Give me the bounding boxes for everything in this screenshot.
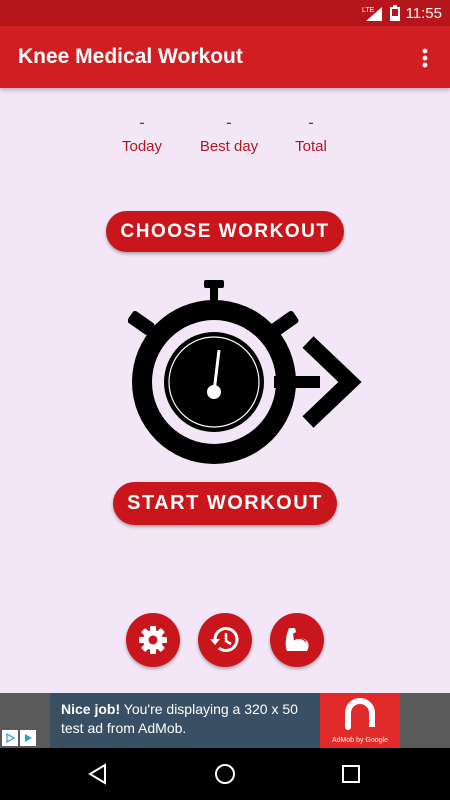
- ad-close-icon[interactable]: [20, 730, 36, 746]
- stat-label: Total: [295, 138, 327, 155]
- settings-button[interactable]: [126, 613, 180, 667]
- start-workout-button[interactable]: START WORKOUT: [113, 482, 337, 525]
- history-icon: [210, 627, 239, 652]
- history-button[interactable]: [198, 613, 252, 667]
- status-icons: LTE 11:55: [362, 4, 442, 22]
- ad-info-icon[interactable]: [2, 730, 18, 746]
- clock: 11:55: [405, 4, 442, 22]
- ad-brand: AdMob by Google: [331, 737, 389, 744]
- network-type: LTE: [362, 7, 375, 14]
- test-ad-banner[interactable]: Nice job! You're displaying a 320 x 50 t…: [50, 693, 400, 748]
- ad-choices[interactable]: [0, 730, 36, 748]
- app-bar: Knee Medical Workout: [0, 26, 450, 88]
- more-vert-icon[interactable]: [410, 43, 440, 73]
- status-bar: LTE 11:55: [0, 0, 450, 26]
- choose-workout-button[interactable]: CHOOSE WORKOUT: [106, 211, 344, 252]
- admob-icon: [345, 698, 375, 730]
- ad-container: Nice job! You're displaying a 320 x 50 t…: [0, 693, 450, 748]
- app-title: Knee Medical Workout: [18, 45, 243, 68]
- stats-panel: - Today - Best day - Total: [0, 112, 450, 172]
- admob-logo: AdMob by Google: [320, 693, 400, 748]
- battery-icon: [389, 5, 400, 21]
- ad-text: Nice job! You're displaying a 320 x 50 t…: [61, 700, 321, 738]
- stopwatch-icon[interactable]: [128, 280, 364, 476]
- muscle-button[interactable]: [270, 613, 324, 667]
- stat-value: -: [308, 113, 314, 132]
- signal-icon: LTE: [362, 7, 382, 21]
- home-icon[interactable]: [211, 760, 239, 788]
- navigation-bar: [0, 748, 450, 800]
- ad-headline: Nice job!: [61, 701, 121, 717]
- recents-icon[interactable]: [337, 760, 365, 788]
- gear-icon: [139, 626, 167, 654]
- back-icon[interactable]: [84, 760, 112, 788]
- muscle-arm-icon: [285, 628, 309, 651]
- stat-total: - Total: [256, 112, 366, 155]
